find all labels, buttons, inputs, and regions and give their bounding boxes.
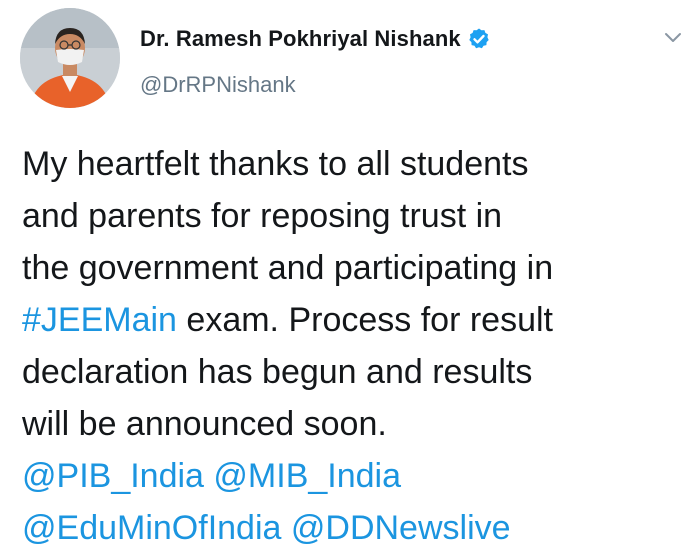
profile-photo-icon — [20, 8, 120, 108]
author-display-name[interactable]: Dr. Ramesh Pokhriyal Nishank — [140, 26, 461, 52]
tweet-line: and parents for reposing trust in — [22, 197, 503, 235]
tweet-line: the government and participating in — [22, 249, 554, 287]
author-handle[interactable]: @DrRPNishank — [140, 72, 296, 98]
hashtag-link[interactable]: #JEEMain — [22, 301, 177, 339]
chevron-down-icon[interactable] — [664, 32, 682, 44]
verified-badge-icon — [469, 28, 489, 49]
tweet-line: My heartfelt thanks to all students — [22, 145, 529, 183]
author-name-row[interactable]: Dr. Ramesh Pokhriyal Nishank — [140, 26, 491, 52]
mention-line: @EduMinOfIndia @DDNewslive — [22, 502, 690, 554]
avatar[interactable] — [20, 8, 120, 108]
tweet-line: #JEEMain exam. Process for result — [22, 294, 690, 346]
mention-link[interactable]: @DDNewslive — [291, 509, 511, 547]
tweet-line: declaration has begun and results — [22, 353, 533, 391]
tweet-line-text: exam. Process for result — [176, 301, 553, 339]
tweet-text: My heartfelt thanks to all students and … — [22, 138, 690, 554]
mention-link[interactable]: @MIB_India — [213, 457, 401, 495]
mention-line: @PIB_India @MIB_India — [22, 450, 690, 502]
tweet-line: will be announced soon. — [22, 405, 387, 443]
mention-link[interactable]: @EduMinOfIndia — [22, 509, 281, 547]
mention-link[interactable]: @PIB_India — [22, 457, 204, 495]
tweet-card: Dr. Ramesh Pokhriyal Nishank @DrRPNishan… — [0, 0, 696, 548]
